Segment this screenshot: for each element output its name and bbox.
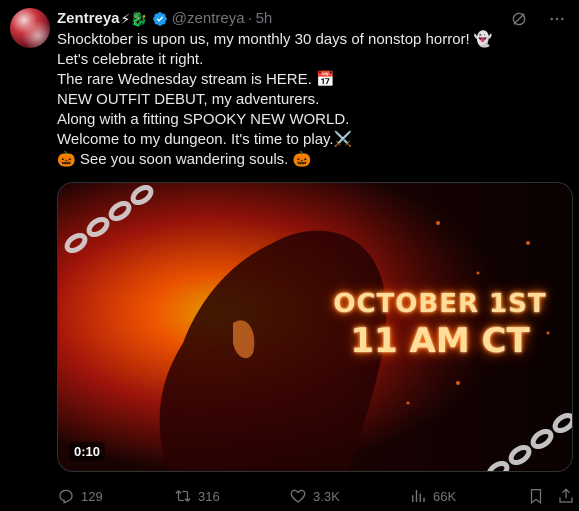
reply-count: 129 <box>81 488 103 504</box>
retweet-button[interactable]: 316 <box>174 487 220 505</box>
verified-icon <box>152 12 167 26</box>
video-overlay-text: OCTOBER 1ST 11 AM CT <box>320 289 560 361</box>
overlay-time: 11 AM CT <box>350 321 530 361</box>
overlay-date: OCTOBER 1ST <box>333 289 547 319</box>
avatar[interactable] <box>10 8 50 48</box>
reply-icon <box>59 489 73 504</box>
tweet-line: Welcome to my dungeon. It's time to play… <box>57 131 353 148</box>
share-button[interactable] <box>557 487 575 505</box>
tweet-line: Let's celebrate it right. <box>57 51 204 68</box>
retweet-icon <box>175 490 191 502</box>
views-icon <box>412 490 425 502</box>
video-player[interactable]: OCTOBER 1ST 11 AM CT 0:10 <box>57 182 573 472</box>
retweet-count: 316 <box>198 488 220 504</box>
share-icon <box>559 488 573 503</box>
tweet-line: NEW OUTFIT DEBUT, my adventurers. <box>57 91 320 108</box>
views-button[interactable]: 66K <box>409 487 456 505</box>
tweet-line: Along with a fitting SPOOKY NEW WORLD. <box>57 111 350 128</box>
tweet-line: The rare Wednesday stream is HERE. 📅 <box>57 71 335 88</box>
view-count: 66K <box>433 488 457 504</box>
like-count: 3.3K <box>313 488 340 504</box>
author-handle[interactable]: @zentreya <box>172 9 245 29</box>
author-name[interactable]: Zentreya <box>57 9 120 29</box>
tweet-time[interactable]: 5h <box>256 9 273 29</box>
reply-button[interactable]: 129 <box>57 487 103 505</box>
bookmark-button[interactable] <box>527 487 545 505</box>
video-duration: 0:10 <box>69 442 106 461</box>
more-icon[interactable] <box>547 9 567 29</box>
tweet-line: Shocktober is upon us, my monthly 30 day… <box>57 31 493 48</box>
like-button[interactable]: 3.3K <box>289 487 340 505</box>
bookmark-icon <box>530 488 542 505</box>
tweet-actions: 129 316 3.3K 66K <box>57 486 573 506</box>
separator: · <box>247 10 253 27</box>
tweet-header: Zentreya ⚡🐉 @zentreya · 5h <box>57 9 567 29</box>
tweet-line: 🎃 See you soon wandering souls. 🎃 <box>57 151 312 168</box>
author-name-emojis: ⚡🐉 <box>120 11 148 27</box>
tweet-text: Shocktober is upon us, my monthly 30 day… <box>57 30 557 170</box>
grok-icon[interactable] <box>509 9 529 29</box>
like-icon <box>290 489 306 503</box>
